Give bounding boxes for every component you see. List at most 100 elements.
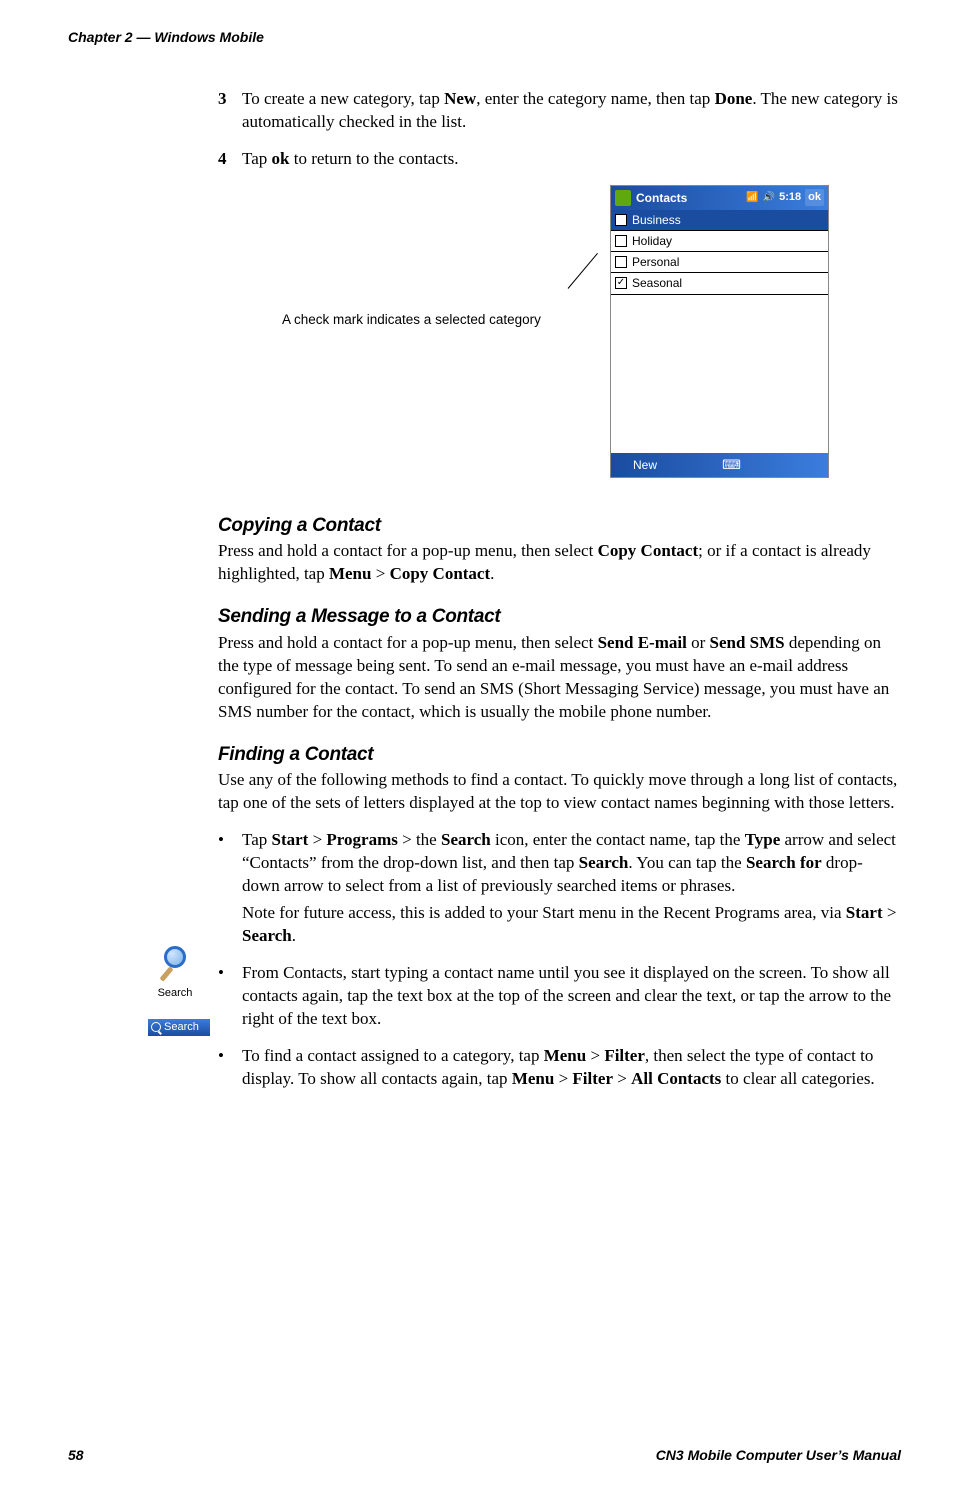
type-label: Type	[745, 830, 781, 849]
category-label: Personal	[632, 254, 679, 270]
magnifier-handle-icon	[159, 966, 173, 981]
search-app-label: Search	[148, 986, 202, 1001]
step-3: 3 To create a new category, tap New, ent…	[218, 88, 898, 134]
text: Tap	[242, 149, 272, 168]
magnifier-icon	[151, 1022, 161, 1032]
send-sms-label: Send SMS	[710, 633, 785, 652]
text: >	[554, 1069, 572, 1088]
category-label: Seasonal	[632, 275, 682, 291]
menu-label: Menu	[544, 1046, 587, 1065]
page-header: Chapter 2 — Windows Mobile	[68, 28, 264, 47]
text: to return to the contacts.	[289, 149, 458, 168]
search-label: Search	[579, 853, 629, 872]
text: Tap	[242, 830, 272, 849]
bullet-text: Tap Start > Programs > the Search icon, …	[242, 829, 898, 948]
filter-label: Filter	[604, 1046, 645, 1065]
category-row-business: Business	[611, 210, 828, 231]
text: >	[883, 903, 897, 922]
bullet-text: From Contacts, start typing a contact na…	[242, 962, 898, 1031]
search-label: Search	[242, 926, 292, 945]
bullet-marker: •	[218, 962, 242, 1031]
copying-paragraph: Press and hold a contact for a pop-up me…	[218, 540, 898, 586]
text: > the	[398, 830, 441, 849]
category-row-holiday: Holiday	[611, 231, 828, 252]
text: . You can tap the	[628, 853, 746, 872]
text: >	[308, 830, 326, 849]
device-ok-button: ok	[805, 189, 824, 206]
category-row-personal: Personal	[611, 252, 828, 273]
device-title: Contacts	[636, 190, 742, 206]
bullet-marker: •	[218, 829, 242, 948]
checkbox-icon	[615, 214, 627, 226]
page-footer: 58 CN3 Mobile Computer User’s Manual	[68, 1446, 901, 1465]
ok-label: ok	[272, 149, 290, 168]
step-4: 4 Tap ok to return to the contacts.	[218, 148, 898, 171]
sending-paragraph: Press and hold a contact for a pop-up me…	[218, 632, 898, 724]
sidebar-icons: Search Search	[148, 942, 202, 1036]
signal-icon: 📶	[746, 191, 758, 205]
checkbox-checked-icon: ✓	[615, 277, 627, 289]
bullet-marker: •	[218, 1045, 242, 1091]
page-number: 58	[68, 1446, 84, 1465]
bullet-3: • To find a contact assigned to a catego…	[218, 1045, 898, 1091]
text: Press and hold a contact for a pop-up me…	[218, 541, 598, 560]
text: icon, enter the contact name, tap the	[491, 830, 745, 849]
step-text: To create a new category, tap New, enter…	[242, 88, 898, 134]
screenshot-figure: A check mark indicates a selected catego…	[218, 185, 898, 495]
step-number: 4	[218, 148, 242, 171]
category-label: Holiday	[632, 233, 672, 249]
start-label: Start	[846, 903, 883, 922]
bullet-text: To find a contact assigned to a category…	[242, 1045, 898, 1091]
text: .	[292, 926, 296, 945]
bullet-1: • Tap Start > Programs > the Search icon…	[218, 829, 898, 948]
text: To create a new category, tap	[242, 89, 444, 108]
callout-caption: A check mark indicates a selected catego…	[282, 311, 541, 329]
section-title-sending: Sending a Message to a Contact	[218, 604, 898, 630]
step-number: 3	[218, 88, 242, 134]
copy-contact-label: Copy Contact	[598, 541, 699, 560]
done-label: Done	[715, 89, 753, 108]
send-email-label: Send E-mail	[598, 633, 687, 652]
text: >	[371, 564, 389, 583]
device-bottombar: New ⌨	[611, 453, 828, 477]
magnifier-lens-icon	[164, 946, 186, 968]
checkbox-icon	[615, 235, 627, 247]
finding-intro: Use any of the following methods to find…	[218, 769, 898, 815]
text: .	[490, 564, 494, 583]
device-screenshot: Contacts 📶 🔊 5:18 ok Business Holiday Pe…	[610, 185, 829, 478]
callout-line	[568, 253, 598, 289]
menu-label: Menu	[329, 564, 372, 583]
start-label: Start	[272, 830, 309, 849]
all-contacts-label: All Contacts	[631, 1069, 721, 1088]
text: >	[613, 1069, 631, 1088]
category-label: Business	[632, 212, 681, 228]
volume-icon: 🔊	[763, 191, 775, 205]
text: , enter the category name, then tap	[476, 89, 714, 108]
text: >	[586, 1046, 604, 1065]
copy-contact-label: Copy Contact	[390, 564, 491, 583]
search-app-icon	[154, 942, 196, 984]
search-for-label: Search for	[746, 853, 822, 872]
device-titlebar: Contacts 📶 🔊 5:18 ok	[611, 186, 828, 210]
keyboard-icon: ⌨	[722, 456, 741, 474]
search-menu-label: Search	[164, 1020, 199, 1035]
programs-label: Programs	[326, 830, 397, 849]
category-row-seasonal: ✓ Seasonal	[611, 273, 828, 294]
bullet-2: • From Contacts, start typing a contact …	[218, 962, 898, 1031]
section-title-finding: Finding a Contact	[218, 742, 898, 768]
text: To find a contact assigned to a category…	[242, 1046, 544, 1065]
text: Note for future access, this is added to…	[242, 903, 846, 922]
checkbox-icon	[615, 256, 627, 268]
text: Press and hold a contact for a pop-up me…	[218, 633, 598, 652]
manual-title: CN3 Mobile Computer User’s Manual	[656, 1446, 901, 1465]
text: or	[687, 633, 710, 652]
start-flag-icon	[615, 190, 631, 206]
content-area: 3 To create a new category, tap New, ent…	[218, 88, 898, 1091]
search-menu-item: Search	[148, 1019, 210, 1036]
new-label: New	[444, 89, 476, 108]
device-time: 5:18	[779, 190, 801, 205]
search-label: Search	[441, 830, 491, 849]
step-text: Tap ok to return to the contacts.	[242, 148, 898, 171]
section-title-copying: Copying a Contact	[218, 513, 898, 539]
filter-label: Filter	[572, 1069, 613, 1088]
